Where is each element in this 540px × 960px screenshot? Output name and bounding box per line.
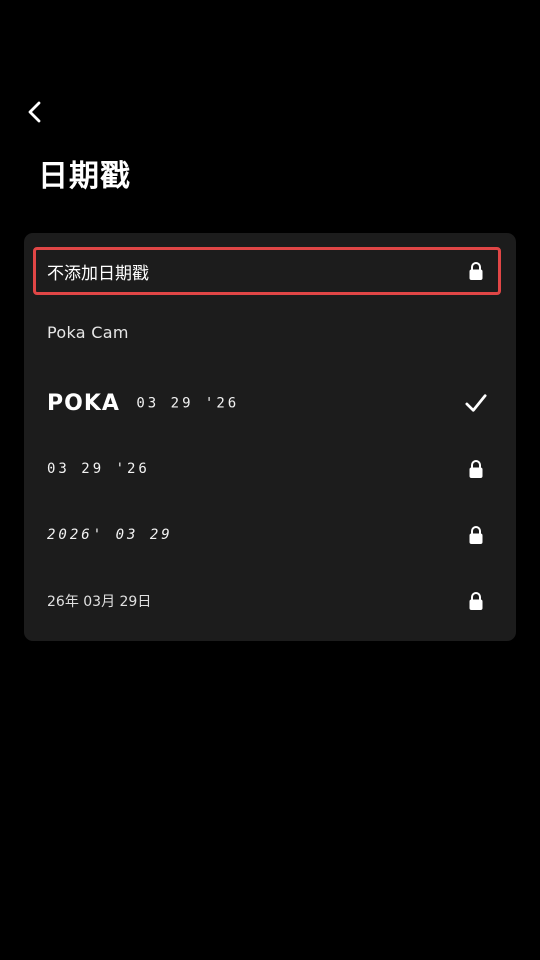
lock-icon: [465, 457, 487, 481]
option-digital-mdy[interactable]: 03 29 '26: [33, 437, 501, 501]
lock-icon: [465, 523, 487, 547]
option-no-date-stamp[interactable]: 不添加日期戳: [33, 247, 501, 295]
poka-logo: POKA: [47, 390, 120, 416]
page-title: 日期戳: [38, 159, 131, 194]
option-poka-date[interactable]: POKA 03 29 '26: [33, 371, 501, 435]
option-cn-date[interactable]: 26年 03月 29日: [33, 571, 501, 631]
option-label: 不添加日期戳: [47, 263, 149, 284]
chevron-left-icon: [27, 100, 43, 129]
option-poka-cam[interactable]: Poka Cam: [33, 307, 501, 357]
option-label: 03 29 '26: [136, 395, 240, 412]
option-label-group: POKA 03 29 '26: [47, 391, 465, 416]
option-label: 2026' 03 29: [47, 527, 173, 543]
back-button[interactable]: [18, 96, 52, 132]
date-stamp-options-card: 不添加日期戳 Poka Cam POKA 03 29 '26 03 29 '26: [24, 233, 516, 641]
option-label: 26年 03月 29日: [47, 594, 152, 610]
option-label: Poka Cam: [47, 322, 129, 342]
option-label: 03 29 '26: [47, 461, 150, 477]
checkmark-icon: [465, 391, 487, 415]
option-digital-ymd[interactable]: 2026' 03 29: [33, 503, 501, 567]
lock-icon: [465, 589, 487, 613]
lock-icon: [465, 259, 487, 283]
